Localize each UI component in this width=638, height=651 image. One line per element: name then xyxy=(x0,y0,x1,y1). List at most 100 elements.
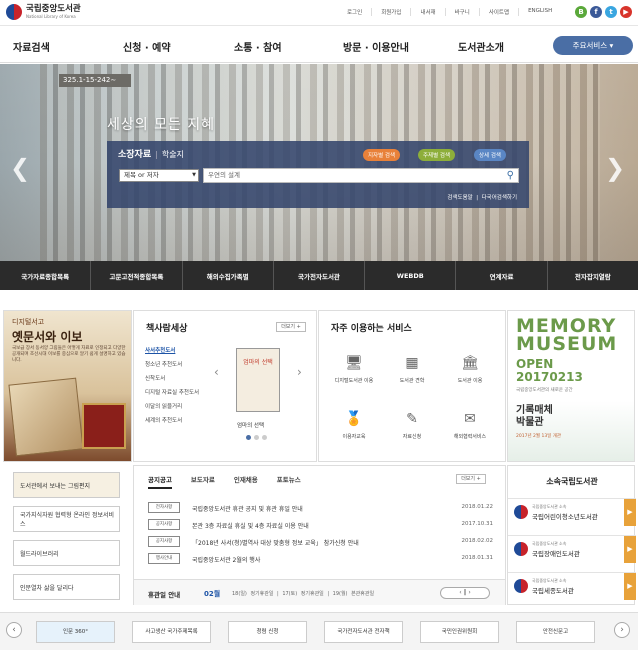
books-world-more-button[interactable]: 더보기 + xyxy=(276,322,306,332)
notice-title[interactable]: 국립중앙도서관 2월의 행사 xyxy=(192,555,260,564)
books-list-item[interactable]: 신착도서 xyxy=(145,372,199,386)
blog-icon[interactable]: B xyxy=(575,6,587,18)
service-label: 도서관 이용 xyxy=(457,378,483,384)
link-banner[interactable]: 사고생산 국가주제목록 xyxy=(132,621,211,643)
books-prev-icon[interactable]: ‹ xyxy=(214,365,219,379)
tab-recruit[interactable]: 인재채용 xyxy=(234,474,258,489)
books-list-item[interactable]: 세계의 추천도서 xyxy=(145,414,199,428)
books-next-icon[interactable]: › xyxy=(297,365,302,379)
arrow-right-icon[interactable]: ▶ xyxy=(624,573,636,600)
link-banner[interactable]: 국민인권위원회 xyxy=(420,621,499,643)
links-next-icon[interactable]: › xyxy=(614,622,630,638)
branch-item[interactable]: 국립중앙도서관 소속 국립장애인도서관 ▶ xyxy=(508,535,636,563)
call-number-label: 325.1-15-242∼ xyxy=(59,74,131,87)
frequent-services-title: 자주 이용하는 서비스 xyxy=(331,324,412,334)
service-digital-library[interactable]: 🖥 디지털도서관 이용 xyxy=(325,355,383,384)
branch-item[interactable]: 국립중앙도서관 소속 국립세종도서관 ▶ xyxy=(508,572,636,600)
service-request[interactable]: ✎ 자료신청 xyxy=(383,411,441,440)
utility-links: 로그인 회원가입 내서재 바구니 사이트맵 ENGLISH xyxy=(338,8,561,16)
books-list-item[interactable]: 디지털 자료실 추천도서 xyxy=(145,386,199,400)
arrow-right-icon[interactable]: ▶ xyxy=(624,536,636,563)
nav-community[interactable]: 소통 · 참여 xyxy=(234,39,282,54)
book-cover[interactable]: 엄마의 선택 xyxy=(236,348,280,412)
util-english[interactable]: ENGLISH xyxy=(518,8,561,16)
branch-item[interactable]: 국립중앙도서관 소속 국립어린이청소년도서관 ▶ xyxy=(508,498,636,526)
search-icon[interactable]: ⚲ xyxy=(507,169,514,182)
util-sitemap[interactable]: 사이트맵 xyxy=(478,8,518,16)
carousel-dot[interactable] xyxy=(254,435,259,440)
tab-photo-news[interactable]: 포토뉴스 xyxy=(277,474,301,489)
search-input[interactable]: 우연의 설계 ⚲ xyxy=(203,168,519,183)
tab-press[interactable]: 보도자료 xyxy=(191,474,215,489)
advanced-search-button[interactable]: 상세 검색 xyxy=(474,149,506,161)
nav-about[interactable]: 도서관소개 xyxy=(458,39,504,54)
books-list-item[interactable]: 이달의 읽을거리 xyxy=(145,400,199,414)
banner-humanities-train[interactable]: 인문열차 삶을 달리다 xyxy=(13,574,120,600)
digital-archive-tag: 디지털서고 xyxy=(12,318,45,326)
notice-row[interactable]: 공지사항 「2018년 사서(청)별역사 대상 맞춤형 정보 교육」 참가신청 … xyxy=(148,536,493,548)
books-list-item[interactable]: 사서추천도서 xyxy=(145,344,199,358)
quick-link-4[interactable]: 국가전자도서관 xyxy=(272,261,364,290)
notice-date: 2018.01.22 xyxy=(461,504,494,510)
main-services-button[interactable]: 주요서비스 ▾ xyxy=(553,36,633,55)
books-list-item[interactable]: 청소년 추천도서 xyxy=(145,358,199,372)
tab-holdings[interactable]: 소장자료 xyxy=(118,150,151,160)
tab-journals[interactable]: 학술지 xyxy=(162,150,184,159)
mail-icon: ✉ xyxy=(464,411,476,427)
nav-search[interactable]: 자료검색 xyxy=(13,39,50,54)
link-banner[interactable]: 안전신문고 xyxy=(516,621,595,643)
banner-world-library[interactable]: 월드라이브러리 xyxy=(13,540,120,566)
service-overseas[interactable]: ✉ 해외협력서비스 xyxy=(441,411,499,440)
search-help-link[interactable]: 검색도움말 xyxy=(447,195,472,201)
nav-apply[interactable]: 신청 · 예약 xyxy=(123,39,171,54)
hero-next-icon[interactable]: ❯ xyxy=(605,154,625,182)
quick-link-7[interactable]: 전자잡지열람 xyxy=(546,261,638,290)
notice-more-button[interactable]: 더보기 + xyxy=(456,474,486,484)
notice-row[interactable]: 전자사항 국립중앙도서관 휴관 공지 및 휴관 휴일 안내 2018.01.22 xyxy=(148,502,493,514)
tab-notices[interactable]: 공지공고 xyxy=(148,474,172,489)
monitor-icon: 🖥 xyxy=(345,355,363,371)
notice-title[interactable]: 「2018년 사서(청)별역사 대상 맞춤형 정보 교육」 참가신청 안내 xyxy=(192,538,359,547)
quick-link-2[interactable]: 고문고전적종합목록 xyxy=(90,261,181,290)
links-prev-icon[interactable]: ‹ xyxy=(6,622,22,638)
link-banner[interactable]: 국가전자도서관 전자책 xyxy=(324,621,403,643)
service-education[interactable]: 🏅 이용자교육 xyxy=(325,411,383,440)
memory-name1: 기록매체 xyxy=(516,405,553,416)
quick-link-5[interactable]: WEBDB xyxy=(364,261,455,290)
notice-panel: 공지공고 보도자료 인재채용 포토뉴스 더보기 + 전자사항 국립중앙도서관 휴… xyxy=(133,465,506,605)
carousel-dot[interactable] xyxy=(262,435,267,440)
util-mylibrary[interactable]: 내서재 xyxy=(410,8,444,16)
search-field-select[interactable]: 제목 or 저자 xyxy=(119,169,199,182)
link-banner[interactable]: 인문 360° xyxy=(36,621,115,643)
twitter-icon[interactable]: t xyxy=(605,6,617,18)
quick-link-1[interactable]: 국가자료종합목록 xyxy=(0,261,90,290)
banner-chat-service[interactable]: 국가지식자원 협력형 온라인 정보서비스 xyxy=(13,506,120,532)
notice-title[interactable]: 국립중앙도서관 휴관 공지 및 휴관 휴일 안내 xyxy=(192,504,303,513)
youtube-icon[interactable]: ▶ xyxy=(620,6,632,18)
site-logo[interactable]: 국립중앙도서관 National Library of Korea xyxy=(6,4,81,20)
memory-museum-banner[interactable]: MEMORY MUSEUM OPEN 20170213 국립중앙도서관의 새로운 공… xyxy=(507,310,635,462)
notice-row[interactable]: 공지사항 본관 3층 자료실 휴실 및 4층 자료실 이용 안내 2017.10… xyxy=(148,519,493,531)
multilang-search-link[interactable]: 다국어검색하기 xyxy=(482,195,517,201)
carousel-dot[interactable] xyxy=(246,435,251,440)
service-library-use[interactable]: 🏛 도서관 이용 xyxy=(441,355,499,384)
arrow-right-icon[interactable]: ▶ xyxy=(624,499,636,526)
notice-title[interactable]: 본관 3층 자료실 휴실 및 4층 자료실 이용 안내 xyxy=(192,521,309,530)
subject-search-button[interactable]: 주제별 검색 xyxy=(418,149,456,161)
quick-link-6[interactable]: 연계자료 xyxy=(455,261,546,290)
service-library-tour[interactable]: ▦ 도서관 견학 xyxy=(383,355,441,384)
nav-visit[interactable]: 방문 · 이용안내 xyxy=(343,39,409,54)
util-join[interactable]: 회원가입 xyxy=(371,8,410,16)
banner-picture-letter[interactable]: 도서관에서 보내는 그림편지 xyxy=(13,472,120,498)
author-search-button[interactable]: 지자별 검색 xyxy=(363,149,401,161)
notice-row[interactable]: 행사안내 국립중앙도서관 2월의 행사 2018.01.31 xyxy=(148,553,493,565)
facebook-icon[interactable]: f xyxy=(590,6,602,18)
util-login[interactable]: 로그인 xyxy=(338,8,371,16)
holiday-controls[interactable]: ‹ ‖ › xyxy=(440,587,490,599)
holiday-info: 휴관일 안내 02월 18(일) 정기휴관일 | 17(토) 정기휴관일 | 1… xyxy=(134,579,505,605)
util-cart[interactable]: 바구니 xyxy=(444,8,479,16)
digital-archive-banner[interactable]: 디지털서고 옛문서와 이보 국보급 장서 동서양 그림들은 어떻게 자료로 인정… xyxy=(3,310,132,462)
hero-prev-icon[interactable]: ❮ xyxy=(10,154,30,182)
link-banner[interactable]: 청렴 신청 xyxy=(228,621,307,643)
quick-link-3[interactable]: 해외수집가족별 xyxy=(181,261,273,290)
